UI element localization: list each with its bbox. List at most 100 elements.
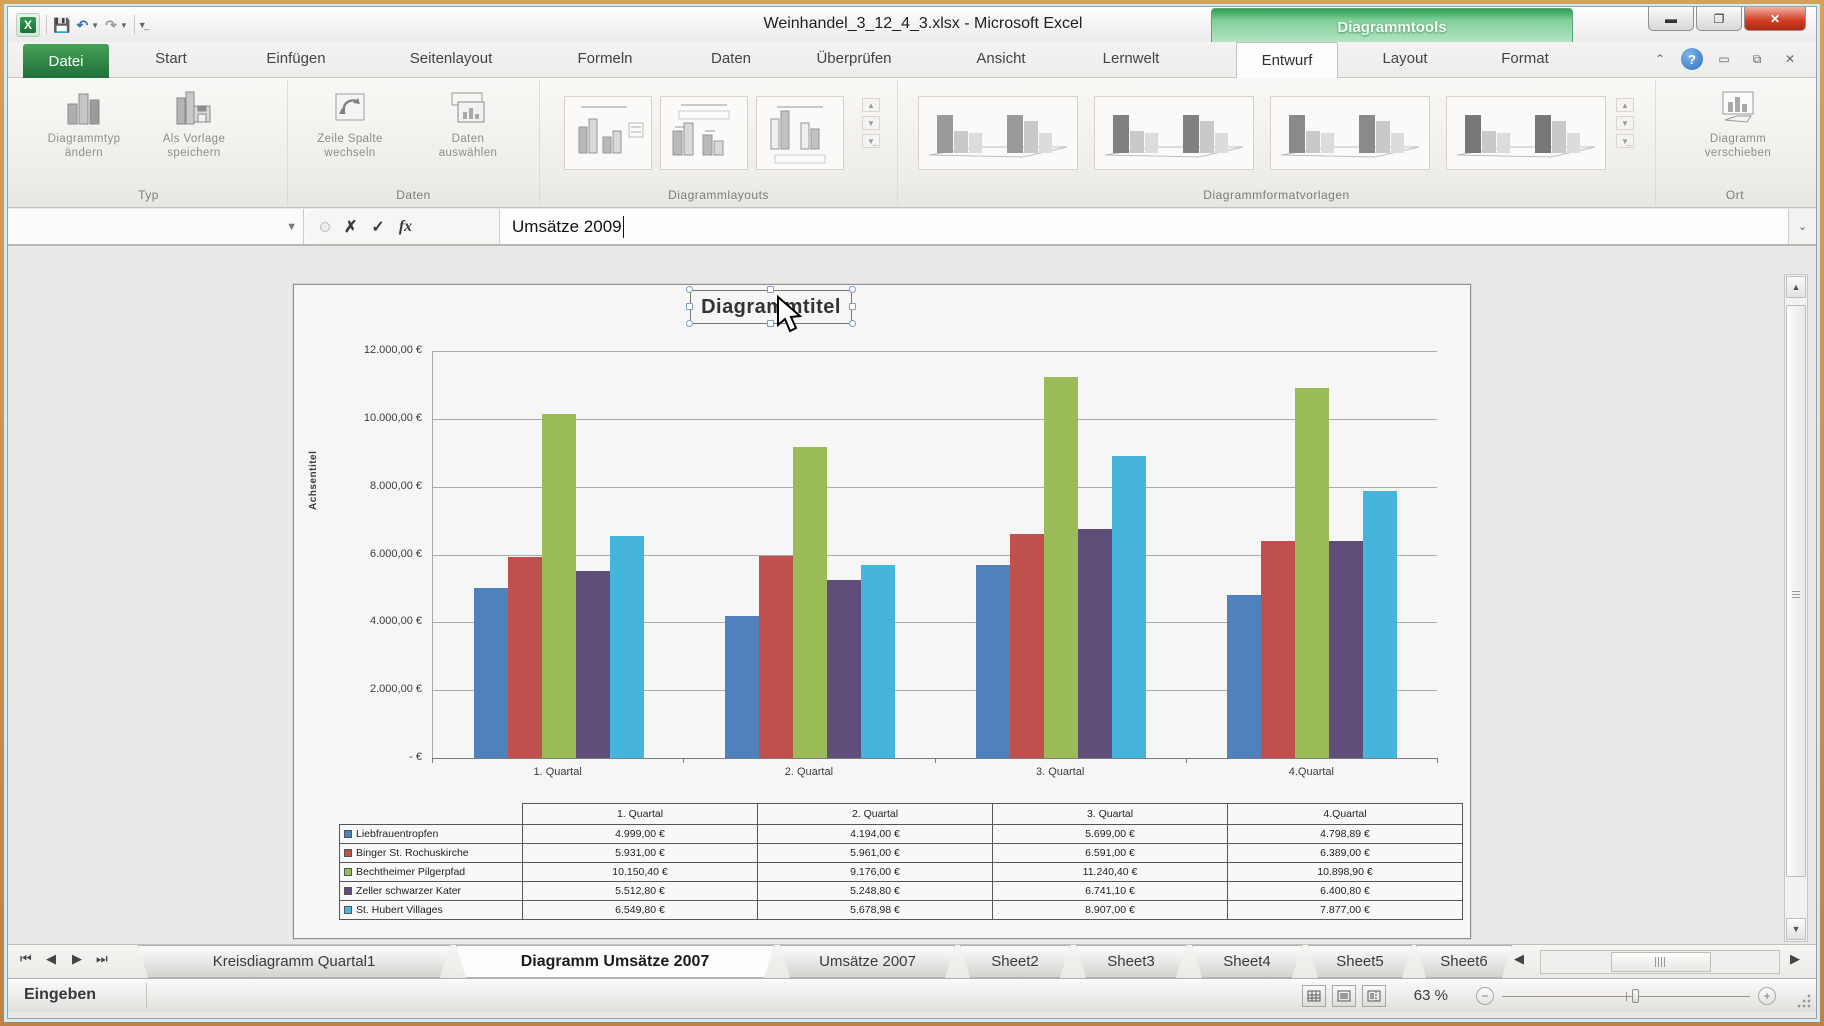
- zoom-slider-handle[interactable]: [1632, 989, 1639, 1003]
- bar-Bechtheimer Pilgerpfad[interactable]: [792, 447, 827, 758]
- tab-daten[interactable]: Daten: [666, 50, 796, 67]
- tab-layout[interactable]: Layout: [1340, 50, 1470, 67]
- save-icon[interactable]: 💾: [53, 17, 70, 34]
- minimize-button[interactable]: ▬: [1648, 7, 1694, 31]
- chart-style-thumbnail-2[interactable]: [1094, 96, 1254, 170]
- tab-formeln[interactable]: Formeln: [540, 50, 670, 67]
- customize-qat-icon[interactable]: ▼̲: [138, 20, 147, 30]
- scroll-up-icon[interactable]: ▲: [1786, 276, 1806, 298]
- bar-Liebfrauentropfen[interactable]: [976, 565, 1011, 758]
- page-break-view-icon[interactable]: [1362, 985, 1386, 1007]
- tab-start[interactable]: Start: [106, 50, 236, 67]
- bar-Liebfrauentropfen[interactable]: [1227, 595, 1262, 758]
- expand-formula-bar-icon[interactable]: ⌄: [1788, 209, 1816, 244]
- styles-gallery-arrows[interactable]: ▲ ▼ ▼̲: [1616, 98, 1634, 148]
- chart-layout-thumbnail-3[interactable]: [756, 96, 844, 170]
- horizontal-scrollbar[interactable]: [1540, 950, 1780, 974]
- layouts-gallery-arrows[interactable]: ▲ ▼ ▼̲: [862, 98, 880, 148]
- sheet-tab-diagramm-umsätze-2007[interactable]: Diagramm Umsätze 2007: [456, 945, 774, 978]
- scroll-down-icon[interactable]: ▼: [1786, 918, 1806, 940]
- bar-Zeller schwarzer Kater[interactable]: [1329, 541, 1364, 758]
- zoom-out-icon[interactable]: −: [1476, 987, 1494, 1005]
- insert-function-icon[interactable]: fx: [399, 218, 412, 236]
- title-bar[interactable]: X 💾 ↶ ▼ ↷ ▼ ▼̲ Weinhandel_3_12_4_3.xlsx - …: [8, 7, 1816, 47]
- zoom-in-icon[interactable]: +: [1758, 987, 1776, 1005]
- page-layout-view-icon[interactable]: [1332, 985, 1356, 1007]
- workbook-minimize-icon[interactable]: ▭: [1712, 48, 1736, 70]
- redo-dropdown-icon[interactable]: ▼: [120, 21, 128, 30]
- move-chart-button[interactable]: Diagramm verschieben: [1694, 88, 1782, 161]
- bar-Zeller schwarzer Kater[interactable]: [1078, 529, 1113, 758]
- bar-St. Hubert Villages[interactable]: [1363, 491, 1398, 758]
- tab-scroll-right-icon[interactable]: ▶: [1790, 951, 1800, 967]
- bar-Liebfrauentropfen[interactable]: [473, 588, 508, 758]
- chart-layout-thumbnail-2[interactable]: [660, 96, 748, 170]
- tab-entwurf-active[interactable]: Entwurf: [1236, 42, 1338, 78]
- switch-row-column-button[interactable]: Zeile Spalte wechseln: [306, 88, 394, 161]
- sheet-tab-umsätze-2007[interactable]: Umsätze 2007: [780, 945, 955, 978]
- select-data-button[interactable]: Daten auswählen: [424, 88, 512, 161]
- sheet-tab-kreisdiagramm-quartal1[interactable]: Kreisdiagramm Quartal1: [138, 945, 450, 978]
- chart-data-table[interactable]: 1. Quartal 2. Quartal 3. Quartal 4.Quartal L…: [339, 803, 1463, 920]
- redo-icon[interactable]: ↷: [105, 17, 117, 34]
- tab-einfügen[interactable]: Einfügen: [231, 50, 361, 67]
- name-box-dropdown-icon[interactable]: ▼: [286, 221, 297, 233]
- tab-seitenlayout[interactable]: Seitenlayout: [386, 50, 516, 67]
- chart-style-thumbnail-4[interactable]: [1446, 96, 1606, 170]
- first-sheet-icon[interactable]: ⏮: [20, 951, 32, 967]
- sheet-tab-sheet6[interactable]: Sheet6: [1416, 945, 1512, 978]
- bar-Binger St. Rochuskirche[interactable]: [507, 557, 542, 758]
- maximize-button[interactable]: ❐: [1696, 7, 1742, 31]
- close-button[interactable]: ✕: [1744, 7, 1806, 31]
- collapse-dialog-icon[interactable]: [320, 221, 330, 232]
- zoom-slider[interactable]: − +: [1476, 987, 1776, 1005]
- bar-Liebfrauentropfen[interactable]: [724, 616, 759, 758]
- last-sheet-icon[interactable]: ⏭: [96, 951, 108, 967]
- vertical-scrollbar[interactable]: ▲ ▼: [1784, 274, 1808, 942]
- bar-St. Hubert Villages[interactable]: [1112, 456, 1147, 758]
- prev-sheet-icon[interactable]: ◀: [46, 951, 56, 967]
- undo-icon[interactable]: ↶: [76, 17, 88, 34]
- bar-Binger St. Rochuskirche[interactable]: [1261, 541, 1296, 758]
- bar-Bechtheimer Pilgerpfad[interactable]: [541, 414, 576, 758]
- tab-lernwelt[interactable]: Lernwelt: [1066, 50, 1196, 67]
- bar-St. Hubert Villages[interactable]: [860, 565, 895, 758]
- tab-ansicht[interactable]: Ansicht: [936, 50, 1066, 67]
- chart-style-thumbnail-1[interactable]: [918, 96, 1078, 170]
- tab-datei[interactable]: Datei: [23, 44, 109, 78]
- sheet-tab-sheet2[interactable]: Sheet2: [960, 945, 1070, 978]
- help-icon[interactable]: ?: [1681, 48, 1703, 70]
- chart-layout-thumbnail-1[interactable]: [564, 96, 652, 170]
- bar-Binger St. Rochuskirche[interactable]: [1010, 534, 1045, 758]
- confirm-entry-icon[interactable]: ✓: [371, 217, 384, 237]
- plot-area[interactable]: [432, 351, 1437, 759]
- bar-Zeller schwarzer Kater[interactable]: [826, 580, 861, 758]
- horizontal-scrollbar-thumb[interactable]: [1611, 952, 1711, 972]
- chart-title[interactable]: Diagrammtitel: [690, 290, 852, 324]
- bar-St. Hubert Villages[interactable]: [609, 536, 644, 758]
- bar-Zeller schwarzer Kater[interactable]: [575, 571, 610, 758]
- tab-scroll-left-icon[interactable]: ◀: [1514, 951, 1524, 967]
- normal-view-icon[interactable]: [1302, 985, 1326, 1007]
- chart-sheet[interactable]: Diagrammtitel Achsentitel 12.000,00 € 10.…: [293, 284, 1471, 939]
- tab-format[interactable]: Format: [1460, 50, 1590, 67]
- save-as-template-button[interactable]: Als Vorlage speichern: [150, 88, 238, 161]
- formula-input[interactable]: Umsätze 2009: [500, 209, 1788, 244]
- y-axis-title[interactable]: Achsentitel: [308, 451, 319, 510]
- workbook-close-icon[interactable]: ✕: [1778, 48, 1802, 70]
- tab-überprüfen[interactable]: Überprüfen: [789, 50, 919, 67]
- sheet-tab-sheet5[interactable]: Sheet5: [1308, 945, 1412, 978]
- cancel-entry-icon[interactable]: ✗: [344, 217, 357, 237]
- vertical-scrollbar-thumb[interactable]: [1786, 305, 1806, 877]
- resize-grip[interactable]: [1796, 993, 1812, 1009]
- bar-Bechtheimer Pilgerpfad[interactable]: [1295, 388, 1330, 758]
- bar-Bechtheimer Pilgerpfad[interactable]: [1044, 377, 1079, 758]
- bar-Binger St. Rochuskirche[interactable]: [758, 556, 793, 758]
- workbook-restore-icon[interactable]: ⧉: [1745, 48, 1769, 70]
- collapse-ribbon-icon[interactable]: ⌃: [1648, 48, 1672, 70]
- chart-style-thumbnail-3[interactable]: [1270, 96, 1430, 170]
- excel-app-icon[interactable]: X: [16, 13, 40, 37]
- undo-dropdown-icon[interactable]: ▼: [91, 21, 99, 30]
- next-sheet-icon[interactable]: ▶: [72, 951, 82, 967]
- change-chart-type-button[interactable]: Diagrammtyp ändern: [40, 88, 128, 161]
